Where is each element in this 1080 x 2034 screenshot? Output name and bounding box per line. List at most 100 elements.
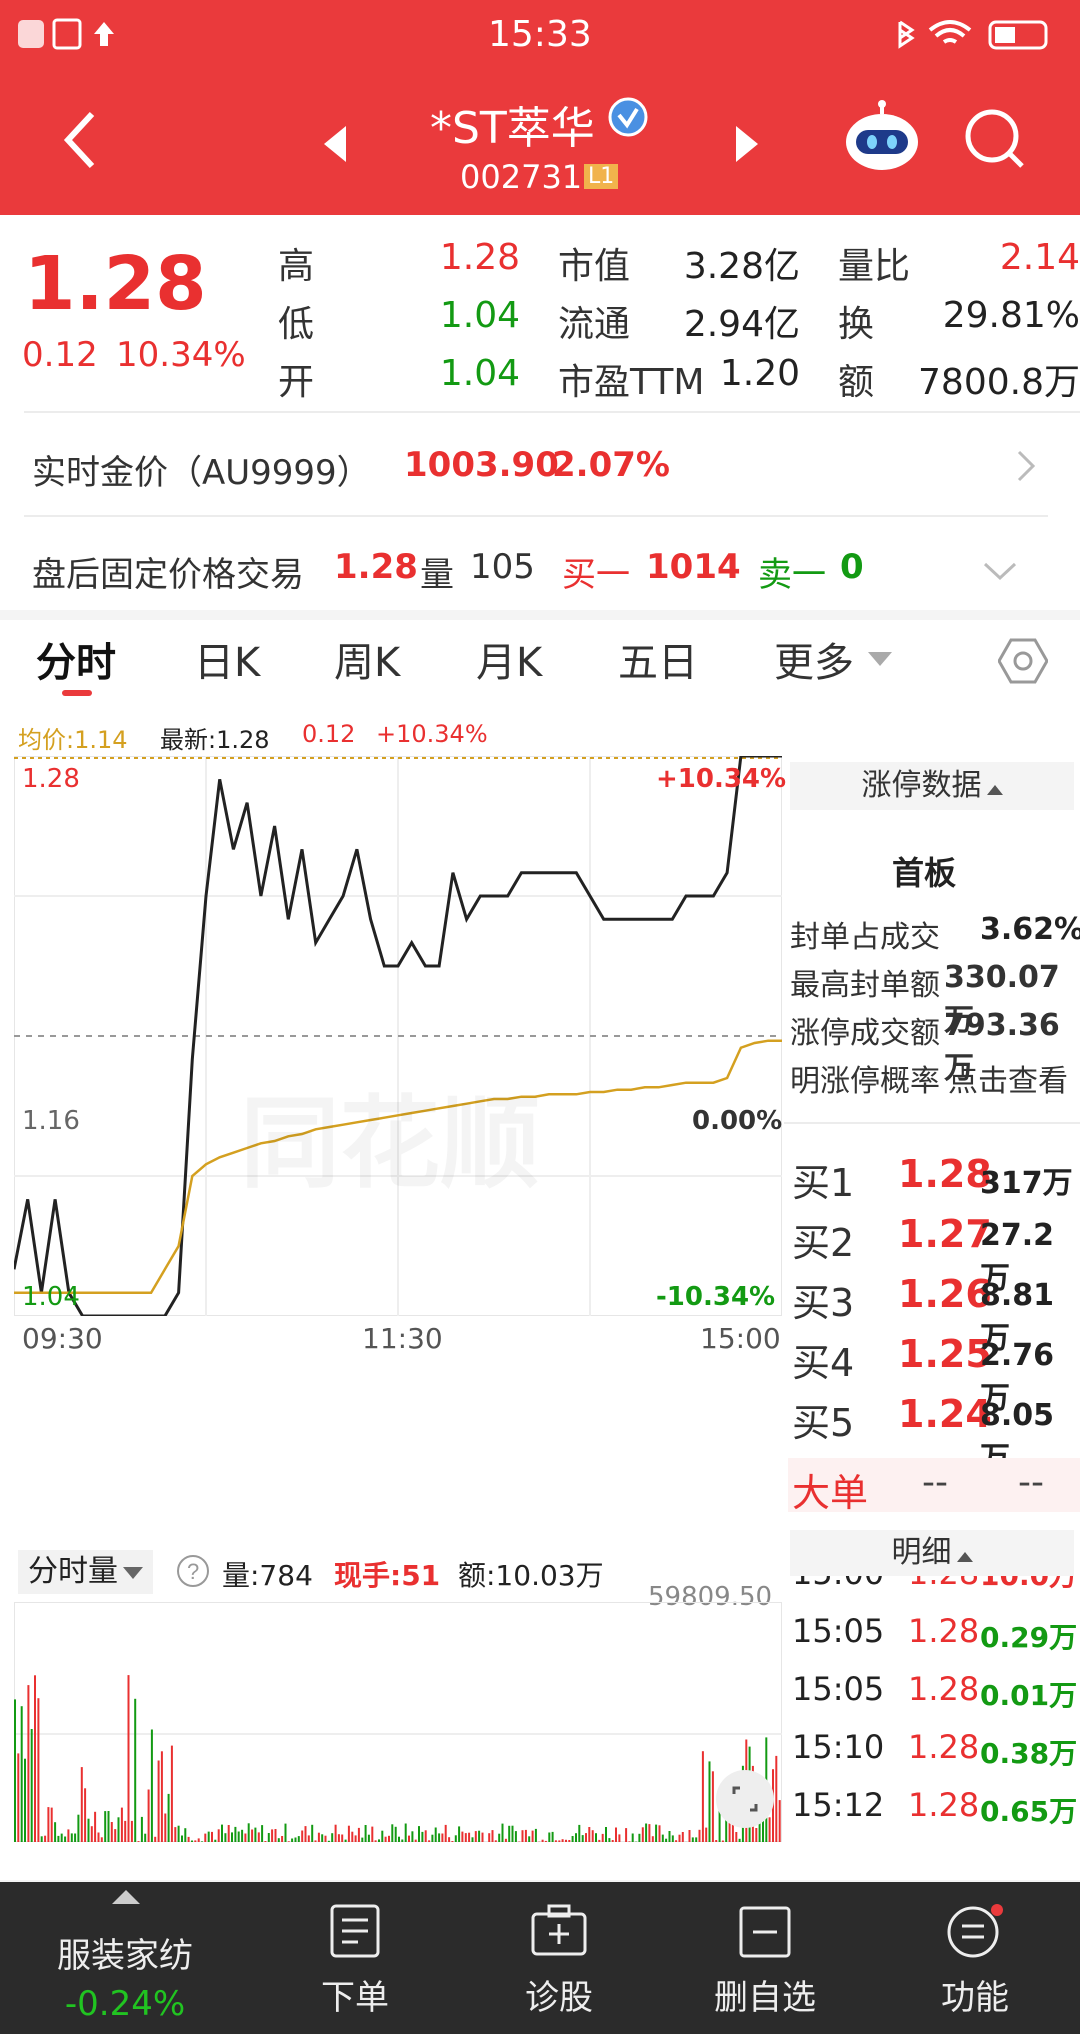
tab-weekly-k[interactable]: 周K <box>334 630 400 688</box>
back-icon[interactable] <box>60 110 100 170</box>
volume-value: 量:784 <box>222 1559 313 1592</box>
tab-more[interactable]: 更多 <box>774 630 854 688</box>
gold-price-row[interactable]: 实时金价（AU9999） 1003.90 2.07% <box>0 413 1080 513</box>
volume-bar <box>314 1840 317 1842</box>
volume-bar <box>605 1827 607 1842</box>
label-float-cap: 流通 <box>558 304 631 345</box>
diagnose-nav[interactable]: 诊股 <box>504 1904 614 2024</box>
sector-name[interactable]: 服装家纺 <box>30 1928 220 1977</box>
settings-icon[interactable] <box>997 636 1049 690</box>
volume-bar <box>491 1830 494 1842</box>
tab-daily-k[interactable]: 日K <box>194 630 260 688</box>
volume-bar <box>451 1841 454 1842</box>
tab-five-day[interactable]: 五日 <box>618 630 698 688</box>
help-icon[interactable]: ? <box>176 1554 210 1592</box>
value-amount: 7800.8万 <box>918 362 1080 403</box>
volume-bar <box>441 1833 444 1842</box>
volume-bar <box>327 1840 330 1842</box>
big-order-v2: -- <box>1018 1462 1044 1503</box>
big-order-row[interactable]: 大单 -- -- <box>788 1458 1080 1515</box>
function-nav[interactable]: 功能 <box>920 1904 1030 2024</box>
volume-bar <box>738 1838 741 1842</box>
tab-monthly-k[interactable]: 月K <box>476 630 542 688</box>
divider <box>784 1122 1080 1124</box>
prev-stock-icon[interactable] <box>322 124 348 164</box>
volume-bar <box>264 1841 267 1842</box>
remove-watchlist-nav[interactable]: 删自选 <box>690 1904 840 2024</box>
trade-price: 1.28 <box>908 1612 980 1650</box>
volume-bar <box>311 1824 314 1842</box>
value-high: 1.28 <box>439 237 520 278</box>
bid-label: 买2 <box>792 1221 855 1265</box>
volume-bar <box>398 1836 400 1842</box>
limit-up-label: 涨停成交额 <box>790 1016 940 1051</box>
volume-bar <box>578 1824 581 1842</box>
volume-bar <box>267 1833 270 1842</box>
chevron-down-icon[interactable] <box>982 561 1018 585</box>
detail-header[interactable]: 明细 <box>790 1530 1074 1576</box>
volume-bar <box>708 1761 711 1842</box>
volume-bar <box>381 1830 384 1842</box>
volume-bar <box>137 1841 140 1842</box>
limit-up-value: 3.62% <box>980 912 1080 947</box>
stock-header: 15:33 *ST萃华 002731 L1 <box>0 0 1080 215</box>
trade-time: 15:05 <box>792 1612 885 1650</box>
volume-bar <box>294 1837 297 1842</box>
volume-bar <box>164 1813 167 1842</box>
volume-bar <box>344 1839 347 1842</box>
fullscreen-icon[interactable] <box>716 1770 774 1828</box>
volume-bar <box>251 1829 254 1842</box>
volume-bar <box>414 1839 417 1842</box>
order-nav[interactable]: 下单 <box>300 1904 410 2024</box>
volume-bar <box>524 1829 527 1842</box>
volume-bar <box>711 1771 714 1842</box>
volume-bar <box>24 1758 26 1842</box>
volume-bar <box>347 1825 350 1842</box>
trade-detail-list[interactable]: 15:00 1.28 10.0万 15:05 1.28 0.29万 15:05 … <box>790 1576 1080 1876</box>
volume-bar <box>675 1840 678 1842</box>
view-probability-link[interactable]: 点击查看 <box>948 1056 1068 1100</box>
volume-bar <box>701 1751 704 1842</box>
bottom-nav: 服装家纺 -0.24% 下单 诊股 删自选 功能 <box>0 1882 1080 2034</box>
watermark: 同花顺 <box>240 1062 540 1207</box>
tab-intraday[interactable]: 分时 <box>36 630 116 688</box>
sector-expand-icon[interactable] <box>112 1888 140 1908</box>
volume-bar <box>354 1835 357 1842</box>
volume-bar <box>615 1827 617 1842</box>
after-hours-row[interactable]: 盘后固定价格交易 1.28 量 105 买一 1014 卖一 0 <box>0 517 1080 607</box>
current-price: 1.28 <box>24 241 207 327</box>
volume-bar <box>247 1823 250 1842</box>
search-icon[interactable] <box>964 108 1028 172</box>
volume-bar <box>401 1839 404 1842</box>
volume-bar <box>324 1835 327 1842</box>
volume-bar <box>528 1836 531 1842</box>
avg-price-legend: 均价:1.14 <box>18 726 128 754</box>
volume-bar <box>631 1833 634 1842</box>
volume-bar <box>755 1828 758 1842</box>
after-hours-vol-label: 量 <box>420 555 454 595</box>
volume-bar <box>77 1814 80 1842</box>
trade-price: 1.28 <box>908 1728 980 1766</box>
after-hours-price: 1.28 <box>334 547 418 587</box>
price-line-chart[interactable] <box>14 756 782 1316</box>
volume-bar <box>167 1793 170 1842</box>
volume-bar <box>54 1822 57 1842</box>
next-stock-icon[interactable] <box>734 124 760 164</box>
axis-top-pct: +10.34% <box>656 764 787 794</box>
volume-bar <box>80 1767 83 1842</box>
volume-bar <box>47 1807 50 1842</box>
value-volume-ratio: 2.14 <box>999 237 1080 278</box>
volume-bar <box>217 1829 220 1842</box>
volume-selector[interactable]: 分时量 <box>18 1550 154 1594</box>
big-order-v1: -- <box>922 1462 948 1503</box>
robot-assistant-icon[interactable] <box>842 100 922 176</box>
caret-down-icon <box>123 1567 144 1579</box>
volume-bar <box>438 1833 441 1842</box>
volume-bar <box>150 1729 153 1842</box>
volume-bar <box>458 1826 461 1842</box>
limit-up-header[interactable]: 涨停数据 <box>790 762 1074 810</box>
volume-bar <box>44 1835 47 1842</box>
label-high: 高 <box>278 246 315 287</box>
chart-tabs: 分时 日K 周K 月K 五日 更多 <box>0 620 1080 702</box>
volume-bar <box>411 1831 414 1842</box>
